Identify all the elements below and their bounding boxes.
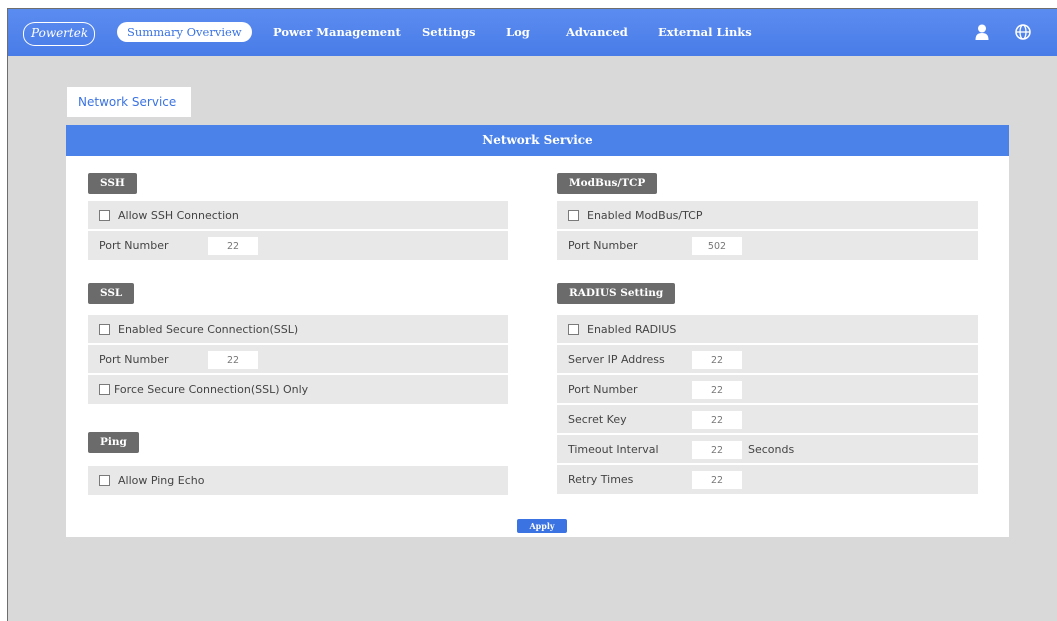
ssl-force-label: Force Secure Connection(SSL) Only [114,383,309,396]
ping-allow-label: Allow Ping Echo [118,474,205,487]
ssh-allow-label: Allow SSH Connection [118,209,239,222]
nav-summary-overview[interactable]: Summary Overview [117,22,252,42]
modbus-enable-checkbox[interactable] [568,210,579,221]
ping-allow-row: Allow Ping Echo [88,466,508,495]
modbus-enable-label: Enabled ModBus/TCP [587,209,703,222]
modbus-port-input[interactable] [692,237,742,255]
ssh-port-label: Port Number [99,239,169,252]
tab-network-service[interactable]: Network Service [67,87,191,117]
app-frame: Powertek Summary Overview Power Manageme… [7,8,1057,621]
radius-retry-input[interactable] [692,471,742,489]
ssl-enable-checkbox[interactable] [99,324,110,335]
ssh-section-heading: SSH [88,173,137,194]
modbus-section-heading: ModBus/TCP [557,173,658,194]
ssl-port-row: Port Number [88,345,508,374]
ssl-force-row: Force Secure Connection(SSL) Only [88,375,508,404]
nav-settings[interactable]: Settings [422,22,476,42]
ssh-port-row: Port Number [88,231,508,260]
radius-secret-row: Secret Key [557,405,978,434]
radius-timeout-label: Timeout Interval [568,443,659,456]
globe-icon[interactable] [1014,23,1032,41]
powertek-logo[interactable]: Powertek [23,22,95,46]
radius-retry-label: Retry Times [568,473,634,486]
ping-section-heading: Ping [88,432,139,453]
radius-server-input[interactable] [692,351,742,369]
ssl-enable-row: Enabled Secure Connection(SSL) [88,315,508,344]
modbus-port-label: Port Number [568,239,638,252]
ssh-port-input[interactable] [208,237,258,255]
radius-enable-label: Enabled RADIUS [587,323,677,336]
ssl-port-label: Port Number [99,353,169,366]
ping-allow-checkbox[interactable] [99,475,110,486]
panel-title: Network Service [66,125,1009,156]
apply-button[interactable]: Apply [517,519,567,533]
nav-external-links[interactable]: External Links [658,22,752,42]
nav-log[interactable]: Log [506,22,530,42]
ssl-port-input[interactable] [208,351,258,369]
user-icon[interactable] [973,23,991,41]
ssl-enable-label: Enabled Secure Connection(SSL) [118,323,299,336]
nav-advanced[interactable]: Advanced [566,22,628,42]
top-navigation-bar: Powertek Summary Overview Power Manageme… [8,9,1057,56]
radius-port-input[interactable] [692,381,742,399]
radius-timeout-row: Timeout Interval Seconds [557,435,978,464]
radius-server-row: Server IP Address [557,345,978,374]
radius-secret-input[interactable] [692,411,742,429]
ssl-force-checkbox[interactable] [99,384,110,395]
radius-section-heading: RADIUS Setting [557,283,676,304]
radius-secret-label: Secret Key [568,413,627,426]
radius-server-label: Server IP Address [568,353,665,366]
ssh-allow-checkbox[interactable] [99,210,110,221]
radius-enable-row: Enabled RADIUS [557,315,978,344]
ssl-section-heading: SSL [88,283,135,304]
radius-timeout-unit: Seconds [748,443,795,456]
radius-retry-row: Retry Times [557,465,978,494]
radius-enable-checkbox[interactable] [568,324,579,335]
modbus-port-row: Port Number [557,231,978,260]
radius-timeout-input[interactable] [692,441,742,459]
radius-port-label: Port Number [568,383,638,396]
network-service-panel: Network Service SSH Allow SSH Connection… [66,125,1009,537]
nav-power-management[interactable]: Power Management [273,22,401,42]
radius-port-row: Port Number [557,375,978,404]
ssh-allow-row: Allow SSH Connection [88,201,508,230]
modbus-enable-row: Enabled ModBus/TCP [557,201,978,230]
